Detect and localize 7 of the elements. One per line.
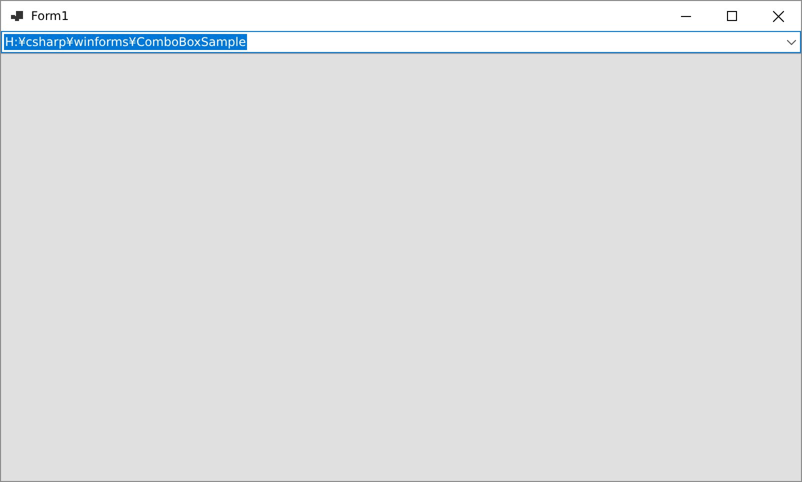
window-title: Form1 bbox=[31, 9, 70, 23]
maximize-icon bbox=[727, 11, 737, 21]
combo-text: H:¥csharp¥winforms¥ComboBoxSample bbox=[4, 34, 247, 50]
path-combo-box[interactable]: H:¥csharp¥winforms¥ComboBoxSample bbox=[1, 31, 801, 53]
app-icon bbox=[11, 11, 23, 21]
close-icon bbox=[772, 10, 784, 22]
caret-icon[interactable] bbox=[787, 40, 796, 44]
